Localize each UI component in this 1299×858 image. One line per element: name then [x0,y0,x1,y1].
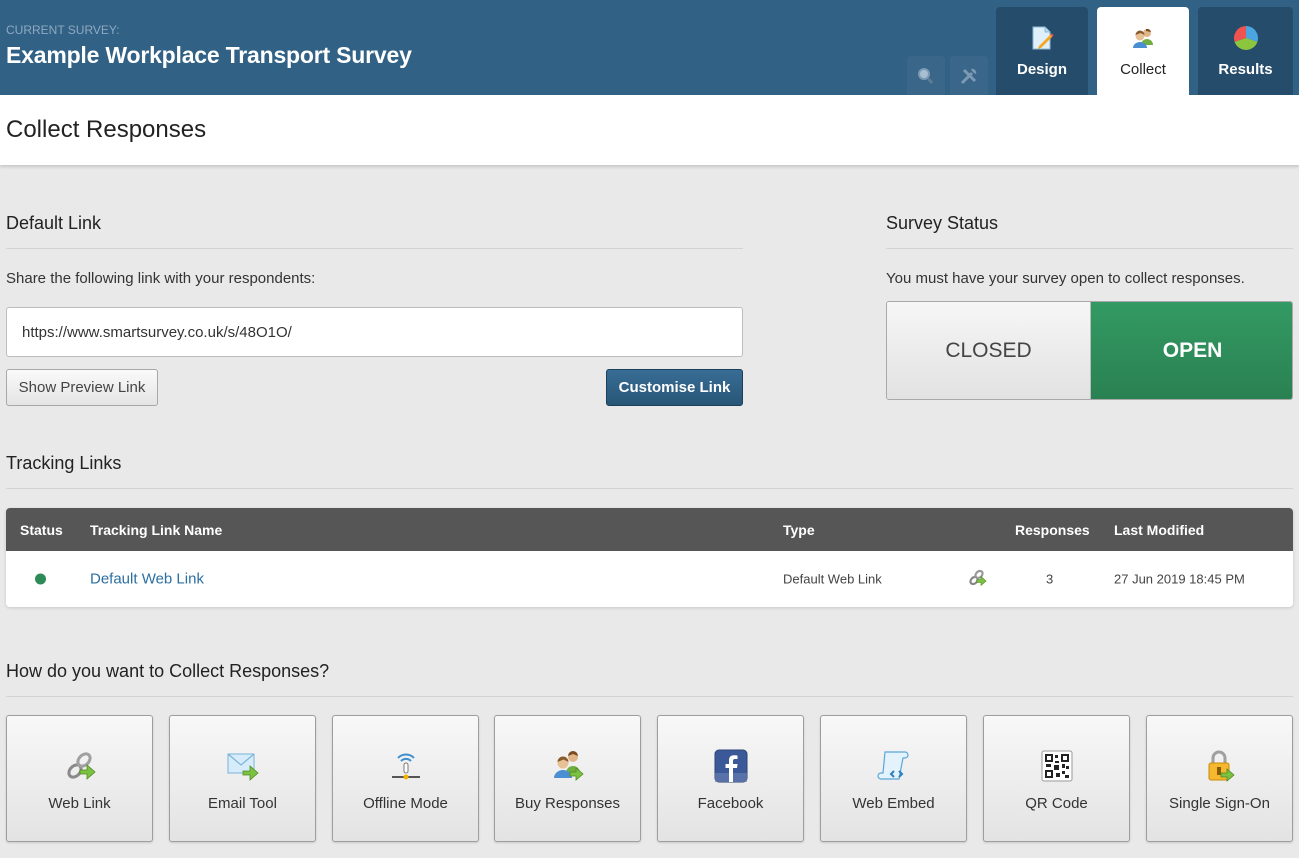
status-open-button[interactable]: OPEN [1091,302,1292,399]
web-link-icon [969,569,987,587]
offline-mode-icon [391,753,420,780]
tab-results[interactable]: Results [1198,7,1293,95]
tab-design-label: Design [1016,61,1067,78]
top-bar: CURRENT SURVEY: Example Workplace Transp… [0,0,1299,95]
tracking-links-divider [6,488,1293,489]
current-survey-label: CURRENT SURVEY: [6,23,120,37]
method-email-tool[interactable]: Email Tool [169,715,316,842]
page-title: Collect Responses [6,116,207,143]
survey-status-heading: Survey Status [886,213,999,233]
method-buy-responses-label: Buy Responses [514,795,621,812]
tracking-link-responses: 3 [1046,571,1054,587]
tab-collect-label: Collect [1120,61,1166,78]
tools-button[interactable] [950,56,988,95]
tracking-links-table: Status Tracking Link Name Type Responses… [6,508,1293,607]
method-offline-mode[interactable]: Offline Mode [332,715,479,842]
column-header-last-modified: Last Modified [1114,521,1205,538]
email-icon [227,753,259,781]
qr-code-icon [1041,750,1072,782]
tracking-link-last-modified: 27 Jun 2019 18:45 PM [1114,571,1245,587]
tab-design[interactable]: Design [996,7,1088,95]
search-icon [918,67,933,84]
table-header: Status Tracking Link Name Type Responses… [6,508,1293,551]
method-qr-code[interactable]: QR Code [983,715,1130,842]
customise-link-button[interactable]: Customise Link [606,369,743,406]
column-header-name: Tracking Link Name [90,521,223,538]
survey-title: Example Workplace Transport Survey [6,42,412,68]
column-header-type: Type [783,521,815,538]
default-link-divider [6,248,743,249]
method-qr-code-label: QR Code [1025,795,1088,812]
column-header-responses: Responses [1015,521,1090,538]
search-button[interactable] [907,56,945,95]
table-row: Default Web Link Default Web Link 3 27 J… [6,551,1293,607]
method-web-link-label: Web Link [48,795,111,812]
tracking-links-heading: Tracking Links [6,453,122,473]
default-link-url-input[interactable] [6,307,743,357]
method-web-embed[interactable]: Web Embed [820,715,967,842]
method-facebook[interactable]: Facebook [657,715,804,842]
default-link-instruction: Share the following link with your respo… [6,270,316,287]
column-header-status: Status [20,521,63,538]
facebook-icon [714,749,747,783]
method-web-embed-label: Web Embed [852,795,935,812]
tab-collect[interactable]: Collect [1097,7,1189,95]
single-sign-on-icon [1208,750,1235,782]
collect-methods-heading: How do you want to Collect Responses? [6,661,330,681]
web-link-row-button[interactable] [967,568,987,591]
method-web-link[interactable]: Web Link [6,715,153,842]
results-pie-icon [1233,26,1258,50]
status-active-dot [35,573,46,585]
method-offline-mode-label: Offline Mode [363,795,448,812]
tracking-link-name[interactable]: Default Web Link [90,571,204,588]
method-buy-responses[interactable]: Buy Responses [494,715,641,842]
page-title-band: Collect Responses [0,95,1299,165]
survey-status-instruction: You must have your survey open to collec… [886,270,1245,287]
survey-status-toggle: CLOSED OPEN [886,301,1293,400]
collect-icon [1133,28,1153,48]
design-icon [1032,26,1054,50]
collect-methods-divider [6,696,1293,697]
survey-status-divider [886,248,1293,249]
default-link-heading: Default Link [6,213,102,233]
show-preview-link-button[interactable]: Show Preview Link [6,369,158,406]
tab-results-label: Results [1218,61,1273,78]
tracking-link-type: Default Web Link [783,571,882,587]
web-link-icon [66,752,96,780]
tools-icon [960,68,977,84]
method-single-sign-on[interactable]: Single Sign-On [1146,715,1293,842]
method-single-sign-on-label: Single Sign-On [1169,795,1270,812]
web-embed-icon [876,751,909,780]
method-email-tool-label: Email Tool [208,795,277,812]
method-facebook-label: Facebook [697,795,764,812]
buy-responses-icon [553,751,584,781]
status-closed-button[interactable]: CLOSED [887,302,1091,399]
